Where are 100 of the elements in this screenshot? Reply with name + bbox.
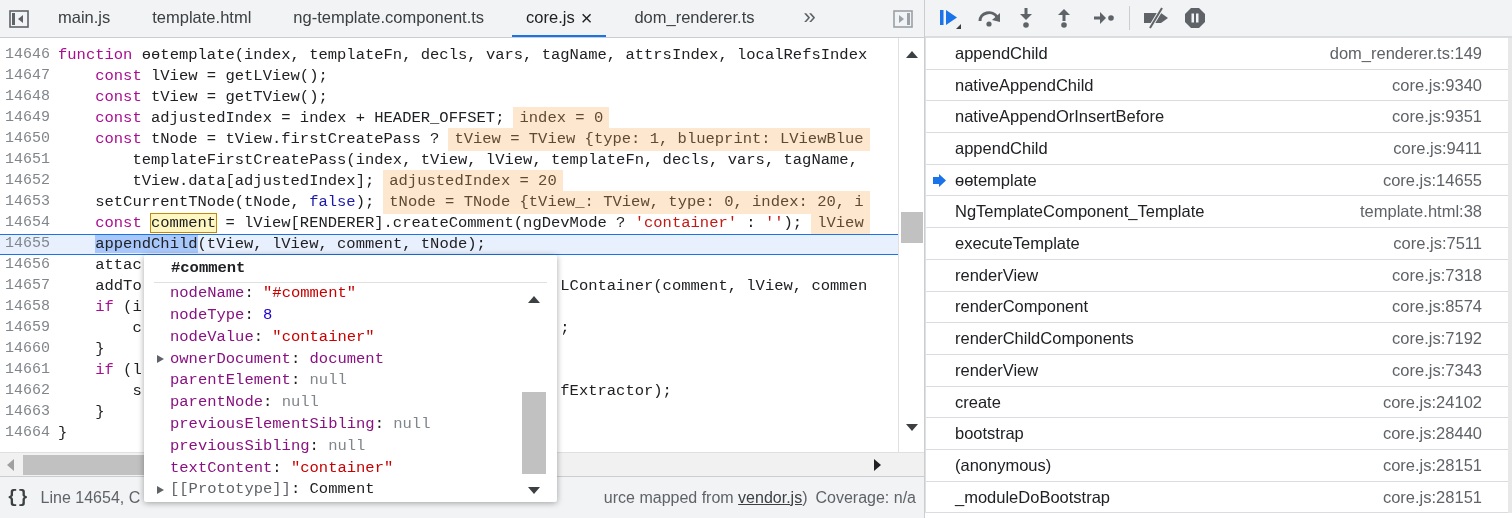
code-line: const comment = lView[RENDERER].createComment(ngDevMode ? 'container' : ''); [94,212,803,234]
line-number: 14650 [4,129,51,150]
source-link[interactable]: vendor.js [738,488,803,506]
call-frame[interactable]: _moduleDoBootstrap core.js:28151 [926,481,1508,514]
call-frame[interactable]: NgTemplateComponent_Template template.html:38 [926,196,1508,229]
scrollbar-thumb[interactable] [900,212,923,243]
code-line: const tView = getTView(); [94,86,328,108]
step-into-icon[interactable] [1018,7,1034,29]
frame-location: core.js:28151 [1382,454,1482,476]
frame-name: renderView [955,359,1039,381]
line-number: 14649 [4,108,51,129]
pause-on-exceptions-icon[interactable] [1184,7,1206,29]
call-frame[interactable]: (anonymous) core.js:28151 [926,449,1508,482]
line-number: 14660 [4,339,51,360]
debugger-toggle-icon[interactable] [893,9,913,28]
close-tab-button[interactable]: × [580,7,593,28]
frame-location: core.js:7511 [1393,233,1482,255]
frame-name: nativeAppendOrInsertBefore [955,106,1165,128]
code-line: s [131,380,142,402]
editor-tab[interactable]: main.js [44,0,125,37]
scroll-down-icon[interactable] [527,486,541,495]
editor-tab[interactable]: template.html [138,0,266,37]
code-fragment: fExtractor); [560,380,672,402]
frame-name: nativeAppendChild [955,74,1094,96]
source-map-text: urce mapped from vendor.js) [603,487,808,508]
more-tabs-button[interactable]: » [803,6,816,31]
line-number: 14654 [4,213,51,234]
popup-title: #comment [171,257,246,279]
call-frame[interactable]: appendChild core.js:9411 [926,133,1508,165]
code-fragment: LContainer(comment, lView, commen [560,275,868,297]
step-icon[interactable] [1093,10,1115,26]
frame-name: (anonymous) [955,454,1052,476]
line-number: 14661 [4,360,51,381]
call-frame[interactable]: bootstrap core.js:28440 [926,418,1508,450]
code-line: } [94,338,105,360]
scroll-up-icon[interactable] [527,295,541,304]
line-number: 14656 [4,255,51,276]
code-line: if (l [94,359,142,381]
frame-location: core.js:9340 [1392,74,1482,96]
property-entry: [[Prototype]]: Comment [170,479,375,501]
step-over-icon[interactable] [977,8,1003,28]
line-number: 14647 [4,66,51,87]
call-frame[interactable]: renderView core.js:7318 [926,259,1508,292]
scroll-down-icon[interactable] [904,423,919,432]
frame-location: core.js:7192 [1392,328,1482,350]
code-line: appendChild(tView, lView, comment, tNode); [94,233,486,255]
deactivate-breakpoints-icon[interactable] [1142,7,1170,29]
code-line: c [131,317,142,339]
pretty-print-button[interactable]: {} [7,484,29,511]
call-frame[interactable]: renderChildComponents core.js:7192 [926,323,1508,355]
call-frame[interactable]: ɵɵtemplate core.js:14655 [926,164,1508,197]
editor-tab[interactable]: dom_renderer.ts [620,0,769,37]
call-frame[interactable]: renderView core.js:7343 [926,354,1508,387]
frame-name: renderView [955,264,1039,286]
line-number: 14658 [4,297,51,318]
call-frame[interactable]: executeTemplate core.js:7511 [926,228,1508,260]
call-frame[interactable]: create core.js:24102 [926,386,1508,419]
line-number: 14655 [4,234,51,255]
inline-value: adjustedIndex = 20 [383,169,563,194]
editor-tab[interactable]: core.js × [512,0,607,37]
property-entry: parentNode: null [170,392,319,414]
property-entry: parentElement: null [170,370,347,392]
frame-name: appendChild [955,138,1048,160]
code-line: } [94,401,105,423]
line-number: 14663 [4,402,51,423]
resume-icon[interactable] [938,7,962,29]
property-entry: nodeType: 8 [170,305,273,327]
frame-location: core.js:7318 [1392,264,1482,286]
code-line: const adjustedIndex = index + HEADER_OFFSET; [94,107,505,129]
call-frame[interactable]: nativeAppendChild core.js:9340 [926,69,1508,102]
frame-name: renderChildComponents [955,328,1134,350]
step-out-icon[interactable] [1056,7,1072,29]
editor-tab[interactable]: ng-template.component.ts [279,0,499,37]
frame-name: appendChild [955,42,1048,64]
frame-location: core.js:28151 [1382,486,1482,508]
scrollbar-thumb[interactable] [522,392,546,474]
code-line: attac [94,254,142,276]
scroll-right-icon[interactable] [873,457,882,472]
sidebar-toggle-icon[interactable] [9,9,29,28]
frame-name: executeTemplate [955,233,1080,255]
property-entry: previousSibling: null [170,435,366,457]
call-frame[interactable]: renderComponent core.js:8574 [926,291,1508,324]
frame-name: _moduleDoBootstrap [955,486,1110,508]
inline-value: tNode = TNode {tView_: TView, type: 0, index: 20, i [383,190,870,215]
call-frame[interactable]: nativeAppendOrInsertBefore core.js:9351 [926,101,1508,134]
frame-name: renderComponent [955,296,1088,318]
line-number: 14652 [4,171,51,192]
frame-name: NgTemplateComponent_Template [955,201,1205,223]
scroll-up-icon[interactable] [904,50,919,59]
inline-value: lView [811,211,870,236]
line-number: 14648 [4,87,51,108]
code-line: setCurrentTNode(tNode, false); [94,191,375,213]
property-entry: nodeName: "#comment" [170,283,357,305]
line-number: 14662 [4,381,51,402]
property-entry: previousElementSibling: null [170,414,431,436]
code-line: addTo [94,275,142,297]
cursor-position: Line 14654, C [40,487,141,508]
frame-name: bootstrap [955,423,1024,445]
call-frame[interactable]: appendChild dom_renderer.ts:149 [926,38,1508,70]
frame-location: core.js:14655 [1382,169,1482,191]
